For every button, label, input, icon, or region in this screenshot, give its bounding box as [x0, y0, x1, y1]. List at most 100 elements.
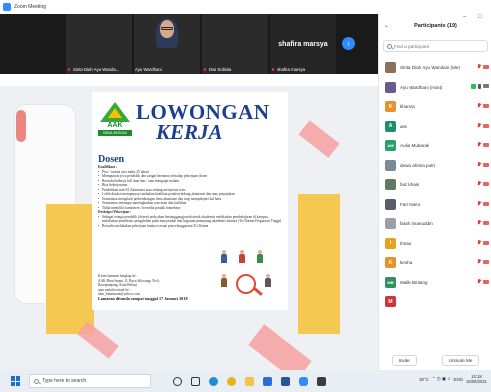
recruitment-illustration	[216, 250, 280, 302]
video-icon[interactable]	[483, 84, 489, 88]
avatar: A	[385, 120, 396, 132]
video-off-icon[interactable]	[483, 240, 489, 245]
mic-muted-icon[interactable]	[477, 103, 481, 109]
participant-row[interactable]: fatah imanuddin	[379, 214, 491, 234]
panel-footer: Invite Unmute Me	[379, 350, 491, 370]
mic-muted-icon[interactable]	[477, 64, 481, 70]
task-view-icon[interactable]	[191, 376, 200, 386]
mic-muted-icon[interactable]	[477, 200, 481, 207]
screen-share-icon	[471, 83, 476, 89]
participant-row[interactable]: M	[379, 292, 491, 312]
list-item: Sebagai tenaga pendidik (dosen) anda aka…	[98, 215, 284, 224]
avatar	[385, 159, 396, 171]
tile-name: Dwi Sulistia	[203, 67, 231, 72]
video-off-icon[interactable]	[483, 221, 489, 225]
participant-row[interactable]: I Ihsan	[379, 234, 491, 254]
video-off-icon[interactable]	[483, 182, 489, 186]
meeting-area: Sinta Diah Ayu Wanda... Ayu Wardhani Dwi…	[0, 14, 378, 370]
mic-muted-icon[interactable]	[477, 142, 481, 148]
participant-row[interactable]: K kesha	[379, 253, 491, 273]
mic-muted-icon[interactable]	[477, 239, 481, 246]
word-icon[interactable]	[281, 376, 290, 386]
chrome-icon[interactable]	[227, 376, 236, 386]
search-input[interactable]	[394, 43, 484, 49]
participant-row[interactable]: Ayu Wardhani (Host)	[379, 78, 491, 98]
edge-icon[interactable]	[209, 376, 218, 386]
avatar: AM	[385, 140, 396, 152]
list-item: Tidak memiliki komitmen / bersedia pinda…	[98, 206, 284, 211]
poster-contact: Kirim lamaran lengkap ke : AAK Bina Insa…	[98, 274, 161, 296]
minimize-icon[interactable]: –	[463, 14, 466, 20]
store-icon[interactable]	[263, 376, 272, 386]
participant-row[interactable]: A ami	[379, 117, 491, 137]
participants-panel: ⌄ Participants (19) – □ Sinta Diah Ayu W…	[378, 14, 491, 370]
language-indicator[interactable]: ENG	[454, 377, 464, 382]
mic-muted-icon[interactable]	[477, 161, 481, 168]
participant-row[interactable]: faiz khasi	[379, 175, 491, 195]
mic-muted-icon	[203, 67, 207, 72]
tray-icons[interactable]: ⌃ ◷ ▣ ♫	[432, 376, 451, 382]
participant-row[interactable]: Sinta Diah Ayu Wandani (Me)	[379, 58, 491, 78]
video-off-icon[interactable]	[483, 162, 489, 167]
participant-row[interactable]: AM Aulia Mubarak	[379, 136, 491, 156]
avatar: K	[385, 101, 396, 113]
video-off-icon[interactable]	[483, 65, 489, 69]
mic-icon[interactable]	[478, 83, 481, 89]
video-off-icon[interactable]	[483, 123, 489, 128]
video-off-icon[interactable]	[483, 260, 489, 264]
zoom-taskbar-icon[interactable]	[299, 376, 308, 386]
unmute-me-button[interactable]: Unmute Me	[441, 354, 480, 366]
invite-button[interactable]: Invite	[391, 354, 417, 366]
video-off-icon[interactable]	[483, 201, 489, 206]
chevron-down-icon[interactable]: ⌄	[384, 22, 389, 29]
windows-taskbar: Type here to search 30°C ⌃ ◷ ▣ ♫ ENG 10:…	[0, 370, 491, 392]
avatar: MB	[385, 276, 396, 288]
poster-deadline: Lamaran ditunda sampai tanggal 17 Januar…	[98, 296, 188, 301]
taskbar-search[interactable]: Type here to search	[29, 374, 151, 388]
weather-temp[interactable]: 30°C	[419, 377, 429, 382]
participant-name: ami	[400, 123, 408, 129]
video-off-icon[interactable]	[483, 279, 489, 284]
mic-muted-icon[interactable]	[477, 259, 481, 265]
list-item: Bersedia melakukan pekerjaan lainnya ses…	[98, 224, 284, 229]
video-off-icon[interactable]	[483, 104, 489, 108]
participant-row[interactable]: Fari Nami	[379, 195, 491, 215]
avatar: M	[385, 296, 396, 308]
participant-name: Aulia Mubarak	[400, 143, 430, 149]
app-icon[interactable]	[317, 376, 326, 386]
avatar	[385, 62, 396, 74]
system-tray: 30°C ⌃ ◷ ▣ ♫ ENG 10:18 15/06/2021	[419, 374, 487, 384]
participant-row[interactable]: MB Malik Bintang	[379, 273, 491, 293]
avatar	[385, 198, 396, 210]
file-explorer-icon[interactable]	[245, 376, 254, 386]
tile-name: Ayu Wardhani	[135, 67, 162, 72]
cortana-icon[interactable]	[173, 376, 182, 386]
next-page-arrow-icon[interactable]: ›	[342, 37, 355, 50]
video-off-icon[interactable]	[483, 143, 489, 147]
video-tile[interactable]: Dwi Sulistia	[202, 14, 268, 74]
video-tile[interactable]: shafira marsya shafira marsya	[270, 14, 336, 74]
participant-face	[156, 18, 178, 48]
decorative-pin	[16, 110, 26, 142]
mic-muted-icon[interactable]	[477, 122, 481, 129]
mic-muted-icon[interactable]	[477, 278, 481, 285]
participant-name: Fari Nami	[400, 201, 420, 207]
video-tile[interactable]: Ayu Wardhani	[134, 14, 200, 74]
participant-name: kesha	[400, 260, 413, 266]
magnifier-icon	[236, 274, 256, 294]
participant-name: dewa ahmia putri	[400, 162, 435, 168]
window-titlebar: Zoom Meeting	[0, 0, 491, 14]
maximize-icon[interactable]: □	[478, 14, 482, 20]
participant-search[interactable]	[383, 40, 488, 52]
participant-row[interactable]: dewa ahmia putri	[379, 156, 491, 176]
video-tile[interactable]: Sinta Diah Ayu Wanda...	[66, 14, 132, 74]
clock[interactable]: 10:18 15/06/2021	[466, 374, 487, 384]
mic-muted-icon[interactable]	[477, 181, 481, 187]
windows-start-icon[interactable]	[11, 376, 21, 386]
video-strip: Sinta Diah Ayu Wanda... Ayu Wardhani Dwi…	[0, 14, 378, 74]
mic-muted-icon	[271, 67, 275, 72]
mic-muted-icon[interactable]	[477, 220, 481, 226]
participant-name: Ihsan	[400, 240, 412, 246]
poster-headline-2: KERJA	[156, 120, 223, 144]
participant-row[interactable]: K khanza	[379, 97, 491, 117]
